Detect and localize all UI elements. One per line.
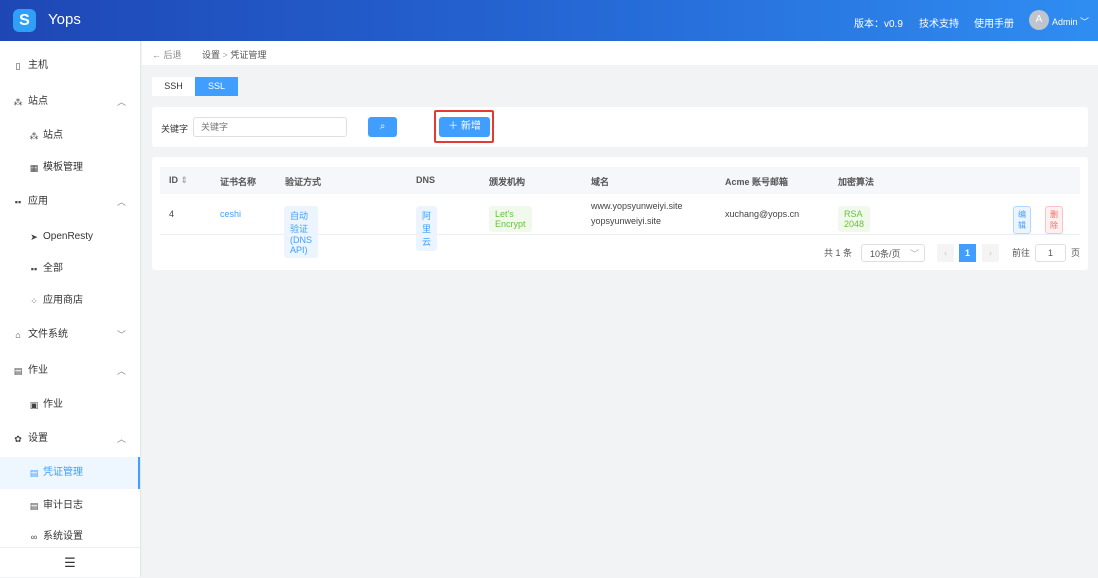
algo-tag: RSA 2048 bbox=[838, 206, 871, 232]
col-verify: 验证方式 bbox=[285, 177, 322, 187]
user-menu[interactable]: Admin ﹀ bbox=[1052, 15, 1089, 28]
search-button[interactable]: ⌕ bbox=[368, 117, 397, 137]
next-page-button[interactable]: › bbox=[982, 244, 999, 262]
breadcrumb: 设置 > 凭证管理 bbox=[202, 48, 266, 61]
delete-button[interactable]: 删除 bbox=[1045, 206, 1063, 234]
apps-icon: ▪▪ bbox=[14, 197, 22, 207]
collapse-menu-icon[interactable]: ☰ bbox=[0, 547, 140, 577]
openresty-icon: ➤ bbox=[30, 232, 38, 242]
col-dns: DNS bbox=[416, 175, 436, 185]
version-label: 版本：v0.9 bbox=[854, 19, 903, 30]
log-icon: ▤ bbox=[29, 501, 39, 511]
gear-icon: ✿ bbox=[14, 434, 22, 444]
sidebar-item-template[interactable]: ▦ 模板管理 bbox=[0, 152, 140, 184]
goto-page-input[interactable] bbox=[1035, 244, 1066, 262]
sidebar-item-store[interactable]: ⁘ 应用商店 bbox=[0, 285, 140, 317]
col-email: Acme 账号邮箱 bbox=[725, 177, 789, 187]
col-domain: 域名 bbox=[591, 177, 610, 187]
sidebar-group-site[interactable]: ⁂ 站点 ︿ bbox=[0, 86, 140, 118]
back-button[interactable]: ← 后退 bbox=[152, 48, 182, 61]
keyword-label: 关键字 bbox=[161, 124, 189, 134]
breadcrumb-bar bbox=[142, 41, 1098, 65]
sidebar-group-settings[interactable]: ✿ 设置 ︿ bbox=[0, 423, 140, 455]
add-button[interactable]: ＋ 新增 bbox=[439, 117, 490, 137]
filesystem-icon: ⌂ bbox=[15, 330, 21, 340]
goto-label: 前往 bbox=[1012, 248, 1031, 258]
sidebar-item-credentials[interactable]: ▤ 凭证管理 bbox=[0, 457, 140, 489]
chevron-up-icon: ︿ bbox=[116, 97, 126, 107]
col-name: 证书名称 bbox=[220, 177, 257, 187]
page-size-select[interactable]: 10条/页 ﹀ bbox=[861, 244, 925, 262]
site-icon: ⁂ bbox=[29, 131, 39, 141]
chevron-down-icon: ﹀ bbox=[909, 249, 919, 259]
site-icon: ⁂ bbox=[13, 97, 23, 107]
edit-button[interactable]: 编辑 bbox=[1013, 206, 1031, 234]
credential-icon: ▤ bbox=[29, 468, 39, 478]
template-icon: ▦ bbox=[29, 163, 39, 173]
sidebar-group-job[interactable]: ▤ 作业 ︿ bbox=[0, 355, 140, 387]
sidebar-item-openresty[interactable]: ➤ OpenResty bbox=[0, 221, 140, 253]
sidebar-item-all[interactable]: ▪▪ 全部 bbox=[0, 253, 140, 285]
total-count: 共 1 条 bbox=[824, 248, 853, 258]
search-card: 关键字 ⌕ ＋ 新增 bbox=[152, 107, 1088, 147]
sidebar: ▯ 主机 ⁂ 站点 ︿ ⁂ 站点 ▦ 模板管理 ▪▪ 应用 ︿ ➤ OpenResty ▪▪ 全部… bbox=[0, 41, 141, 577]
cell-domain-1: www.yopsyunweiyi.site bbox=[591, 201, 683, 211]
manual-link[interactable]: 使用手册 bbox=[974, 15, 1014, 30]
avatar[interactable]: A bbox=[1029, 10, 1049, 30]
plus-icon: ＋ bbox=[448, 121, 459, 132]
breadcrumb-settings[interactable]: 设置 bbox=[202, 50, 220, 60]
brand-name: Yops bbox=[48, 11, 81, 28]
store-icon: ⁘ bbox=[30, 296, 38, 306]
page-unit-label: 页 bbox=[1071, 248, 1081, 258]
chevron-up-icon: ︿ bbox=[116, 197, 126, 207]
host-icon: ▯ bbox=[15, 61, 21, 71]
support-link[interactable]: 技术支持 bbox=[919, 15, 959, 30]
arrow-left-icon: ← bbox=[152, 50, 161, 60]
breadcrumb-current: 凭证管理 bbox=[230, 50, 267, 60]
tab-bar: SSH SSL bbox=[152, 77, 238, 96]
chevron-down-icon: ﹀ bbox=[1080, 17, 1090, 27]
cell-name[interactable]: ceshi bbox=[220, 209, 241, 219]
grid-icon: ▪▪ bbox=[30, 264, 38, 274]
col-issuer: 颁发机构 bbox=[489, 177, 526, 187]
sidebar-item-audit-log[interactable]: ▤ 审计日志 bbox=[0, 490, 140, 522]
issuer-tag: Let's Encrypt bbox=[489, 206, 532, 232]
sidebar-item-job[interactable]: ▣ 作业 bbox=[0, 389, 140, 421]
col-id[interactable]: ID ⇕ bbox=[169, 175, 188, 186]
cell-email: xuchang@yops.cn bbox=[725, 209, 800, 219]
prev-page-button[interactable]: ‹ bbox=[937, 244, 954, 262]
cell-domain-2: yopsyunweiyi.site bbox=[591, 216, 662, 226]
top-header: S Yops 版本：v0.9 技术支持 使用手册 A Admin ﹀ bbox=[0, 0, 1098, 41]
chevron-right-icon: > bbox=[222, 50, 228, 60]
tab-ssh[interactable]: SSH bbox=[152, 77, 195, 96]
verify-tag: 自动验证(DNS API) bbox=[284, 206, 318, 258]
cell-id: 4 bbox=[169, 209, 175, 219]
chevron-down-icon: ﹀ bbox=[116, 330, 126, 340]
tab-ssl[interactable]: SSL bbox=[195, 77, 238, 96]
sidebar-item-site[interactable]: ⁂ 站点 bbox=[0, 120, 140, 152]
user-name: Admin bbox=[1052, 17, 1078, 27]
col-algo: 加密算法 bbox=[838, 177, 875, 187]
dns-tag: 阿里云 bbox=[416, 206, 438, 251]
chevron-up-icon: ︿ bbox=[116, 434, 126, 444]
search-icon: ⌕ bbox=[379, 121, 386, 132]
chevron-up-icon: ︿ bbox=[116, 366, 126, 376]
clipboard-icon: ▣ bbox=[29, 400, 39, 410]
sidebar-group-apps[interactable]: ▪▪ 应用 ︿ bbox=[0, 186, 140, 218]
sort-icon[interactable]: ⇕ bbox=[181, 175, 189, 185]
sidebar-item-host[interactable]: ▯ 主机 bbox=[0, 50, 140, 82]
sidebar-group-filesystem[interactable]: ⌂ 文件系统 ﹀ bbox=[0, 319, 140, 351]
page-1-button[interactable]: 1 bbox=[959, 244, 976, 262]
keyword-input[interactable] bbox=[193, 117, 347, 137]
logo-icon: S bbox=[13, 9, 36, 32]
job-icon: ▤ bbox=[13, 366, 23, 376]
